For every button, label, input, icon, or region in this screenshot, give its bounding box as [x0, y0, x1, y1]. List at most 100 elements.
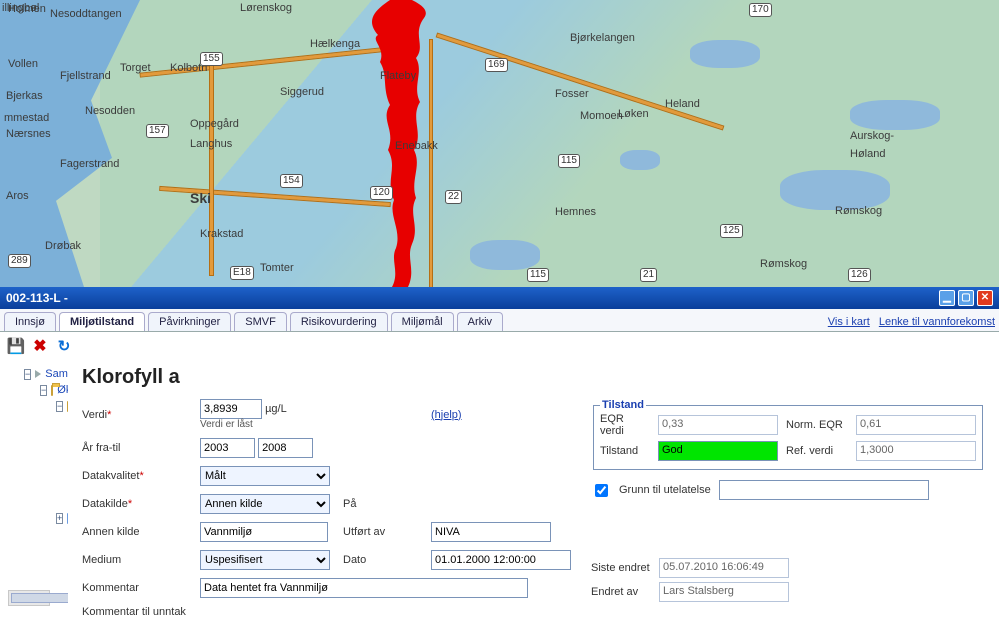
delete-icon[interactable]: ✖	[32, 338, 48, 354]
input-grunn[interactable]	[719, 480, 929, 500]
value-endret-av: Lars Stalsberg	[659, 582, 789, 602]
tab-risiko[interactable]: Risikovurdering	[290, 312, 388, 331]
checkbox-utelatelse[interactable]	[595, 484, 608, 497]
maximize-button[interactable]: ▢	[958, 290, 974, 306]
select-datakilde[interactable]: Annen kilde	[200, 494, 330, 514]
label-dk: Datakvalitet	[82, 470, 192, 482]
input-kommentar[interactable]	[200, 578, 528, 598]
select-datakvalitet[interactable]: Målt	[200, 466, 330, 486]
value-ref: 1,3000	[856, 441, 976, 461]
map-town-label: Momoen	[580, 110, 623, 122]
link-vannforekomst[interactable]: Lenke til vannforekomst	[879, 316, 995, 328]
map-town-label: Fagerstrand	[60, 158, 119, 170]
input-verdi[interactable]	[200, 399, 262, 419]
map-town-label: Aros	[6, 190, 29, 202]
tilstand-box: Tilstand EQR verdi 0,33 Norm. EQR 0,61 T…	[593, 399, 983, 470]
road-shield: 169	[485, 58, 508, 72]
label-pa: På	[343, 498, 423, 510]
input-aar-til[interactable]	[258, 438, 313, 458]
window-title: 002-113-L -	[6, 291, 68, 305]
label-kommentar-unntak: Kommentar til unntak	[82, 606, 192, 618]
window-titlebar: 002-113-L - ▁ ▢ ✕	[0, 287, 999, 309]
map-town-label: Siggerud	[280, 86, 324, 98]
map-town-label: Bjerkas	[6, 90, 43, 102]
link-help[interactable]: (hjelp)	[431, 409, 571, 421]
road-shield: 21	[640, 268, 657, 282]
map-lake	[780, 170, 890, 210]
map-town-label: Oppegård	[190, 118, 239, 130]
road-shield: 289	[8, 254, 31, 268]
minimize-button[interactable]: ▁	[939, 290, 955, 306]
label-ak: Annen kilde	[82, 526, 192, 538]
refresh-icon[interactable]: ↻	[56, 338, 72, 354]
map-town-label: Høland	[850, 148, 885, 160]
label-endret-av: Endret av	[591, 586, 651, 598]
map-town-label: Heland	[665, 98, 700, 110]
label-medium: Medium	[82, 554, 192, 566]
tab-arkiv[interactable]: Arkiv	[457, 312, 503, 331]
value-siste-endret: 05.07.2010 16:06:49	[659, 558, 789, 578]
tree-item[interactable]: −Samlet tilstand	[24, 368, 64, 380]
road-shield: 115	[558, 154, 580, 168]
map-town-label: Aurskog-	[850, 130, 894, 142]
map-town-label: Vollen	[8, 58, 38, 70]
map-town-label: illingbøl	[2, 2, 39, 14]
map-lake	[850, 100, 940, 130]
input-annen-kilde[interactable]	[200, 522, 328, 542]
toolbar: 💾 ✖ ↻	[0, 332, 999, 360]
map-area[interactable]: HolmenNesoddtangenLørenskogBjørkelangenF…	[0, 0, 999, 287]
form-heading: Klorofyll a	[82, 366, 985, 389]
tab-bar: Innsjø Miljøtilstand Påvirkninger SMVF R…	[0, 309, 999, 332]
tree-item[interactable]: −Økologiske kvalitetselementer	[40, 384, 64, 396]
tab-miljomal[interactable]: Miljømål	[391, 312, 454, 331]
select-medium[interactable]: Uspesifisert	[200, 550, 330, 570]
map-town-label: Rømskog	[835, 205, 882, 217]
map-lake	[620, 150, 660, 170]
road-shield: 125	[720, 224, 743, 238]
tab-innsjo[interactable]: Innsjø	[4, 312, 56, 331]
map-town-label: Ski	[190, 190, 211, 206]
unit: µg/L	[265, 403, 287, 415]
label-kommentar: Kommentar	[82, 582, 192, 594]
map-town-label: Torget	[120, 62, 151, 74]
map-town-label: Rømskog	[760, 258, 807, 270]
link-vis-i-kart[interactable]: Vis i kart	[828, 316, 870, 328]
label-siste-endret: Siste endret	[591, 562, 651, 574]
road-shield: 157	[146, 124, 169, 138]
tab-pavirkninger[interactable]: Påvirkninger	[148, 312, 231, 331]
input-aar-fra[interactable]	[200, 438, 255, 458]
map-town-label: Nærsnes	[6, 128, 51, 140]
map-town-label: Tomter	[260, 262, 294, 274]
input-utfort-av[interactable]	[431, 522, 551, 542]
label-dato: Dato	[343, 554, 423, 566]
map-town-label: Lørenskog	[240, 2, 292, 14]
road-shield: 170	[749, 3, 772, 17]
map-town-label: Flateby	[380, 70, 416, 82]
tree-panel[interactable]: −Samlet tilstand −Økologiske kvalitetsel…	[0, 360, 68, 606]
tab-smvf[interactable]: SMVF	[234, 312, 287, 331]
save-icon[interactable]: 💾	[8, 338, 24, 354]
close-button[interactable]: ✕	[977, 290, 993, 306]
label-eqr: EQR verdi	[600, 413, 650, 437]
map-town-label: Langhus	[190, 138, 232, 150]
map-town-label: Hælkenga	[310, 38, 360, 50]
road-shield: E18	[230, 266, 254, 280]
map-town-label: Enebakk	[395, 140, 438, 152]
map-town-label: Drøbak	[45, 240, 81, 252]
road-shield: 120	[370, 186, 393, 200]
road-shield: 115	[527, 268, 549, 282]
map-town-label: Nesoddtangen	[50, 8, 122, 20]
label-ds: Datakilde	[82, 498, 192, 510]
value-normeqr: 0,61	[856, 415, 976, 435]
road-shield: 126	[848, 268, 871, 282]
road-shield: 155	[200, 52, 223, 66]
label-utfort: Utført av	[343, 526, 423, 538]
map-lake	[690, 40, 760, 68]
label-tilstand: Tilstand	[600, 445, 650, 457]
input-dato[interactable]	[431, 550, 571, 570]
map-town-label: Krakstad	[200, 228, 243, 240]
tab-miljotilstand[interactable]: Miljøtilstand	[59, 312, 145, 331]
tree-item[interactable]: +Hydromorfologiske	[56, 512, 64, 524]
tree-horizontal-scrollbar[interactable]	[8, 590, 50, 606]
tree-item[interactable]: −Biologiske	[56, 400, 64, 412]
